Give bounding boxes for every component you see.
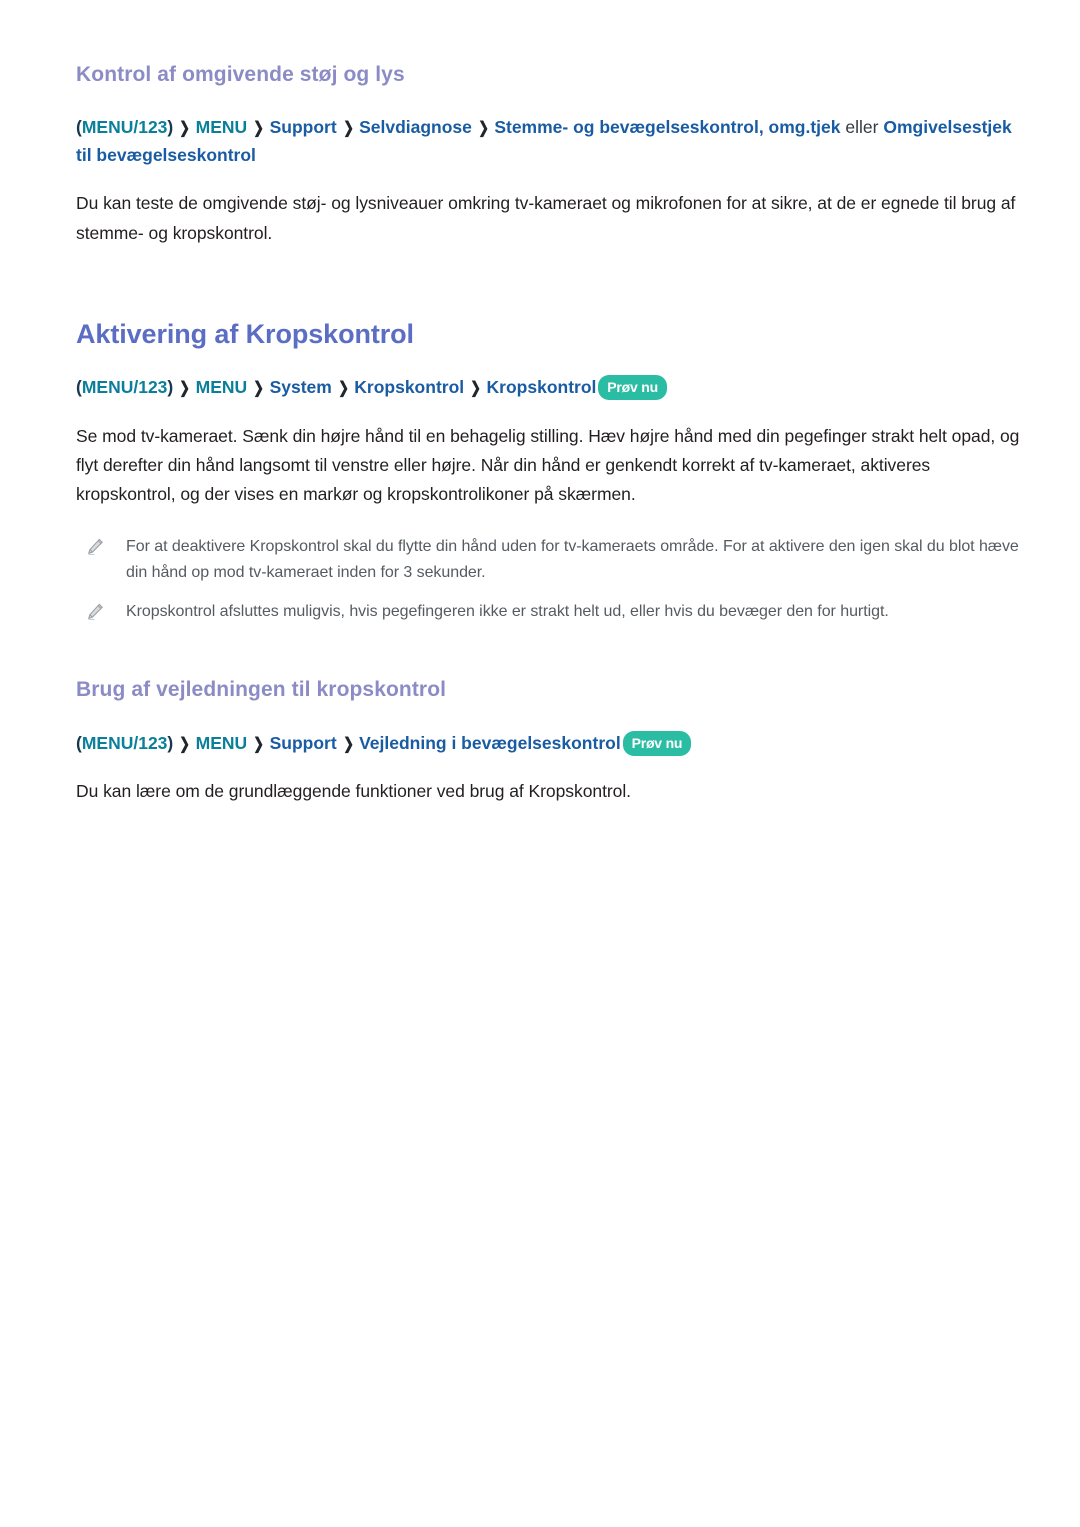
breadcrumb-item-menu[interactable]: MENU bbox=[196, 117, 248, 137]
breadcrumb-item-support[interactable]: Support bbox=[270, 117, 337, 137]
pencil-icon bbox=[86, 602, 105, 621]
breadcrumb-item-system[interactable]: System bbox=[270, 377, 332, 397]
paragraph-activate-body-control: Se mod tv-kameraet. Sænk din højre hånd … bbox=[76, 425, 1020, 505]
breadcrumb-item-voice-motion-check[interactable]: Stemme- og bevægelseskontrol, omg.tjek bbox=[494, 117, 840, 137]
note-list-activate-body-control: For at deaktivere Kropskontrol skal du f… bbox=[76, 534, 1020, 626]
paragraph-body-control-guide: Du kan lære om de grundlæggende funktion… bbox=[76, 781, 631, 802]
note-text: For at deaktivere Kropskontrol skal du f… bbox=[126, 537, 1019, 581]
breadcrumb-ambient-noise-light: (MENU/123) ❯ MENU ❯ Support ❯ Selvdiagnose ❯ Ste… bbox=[76, 114, 1020, 169]
section-heading-ambient-noise-light: Kontrol af omgivende støj og lys bbox=[76, 63, 405, 86]
breadcrumb-conjunction: eller bbox=[845, 117, 879, 138]
chevron-right-icon: ❯ bbox=[179, 735, 191, 753]
breadcrumb-close-paren: ) bbox=[167, 376, 174, 397]
chevron-right-icon: ❯ bbox=[342, 120, 354, 138]
breadcrumb-close-paren: ) bbox=[167, 117, 174, 138]
chevron-right-icon: ❯ bbox=[179, 379, 191, 397]
paragraph-ambient-noise-light: Du kan teste de omgivende støj- og lysni… bbox=[76, 193, 1016, 243]
chevron-right-icon: ❯ bbox=[253, 120, 265, 138]
breadcrumb-item-menu123[interactable]: MENU/123 bbox=[82, 117, 168, 137]
chevron-right-icon: ❯ bbox=[253, 379, 265, 397]
list-item: For at deaktivere Kropskontrol skal du f… bbox=[76, 534, 1020, 586]
page-title-activate-body-control: Aktivering af Kropskontrol bbox=[76, 318, 414, 349]
chevron-right-icon: ❯ bbox=[342, 735, 354, 753]
note-text: Kropskontrol afsluttes muligvis, hvis pe… bbox=[126, 603, 889, 621]
chevron-right-icon: ❯ bbox=[253, 735, 265, 753]
try-now-badge[interactable]: Prøv nu bbox=[622, 730, 692, 756]
section-heading-body-control-guide: Brug af vejledningen til kropskontrol bbox=[76, 678, 447, 702]
chevron-right-icon: ❯ bbox=[470, 379, 482, 397]
chevron-right-icon: ❯ bbox=[478, 120, 489, 138]
breadcrumb-item-menu[interactable]: MENU bbox=[196, 377, 248, 397]
breadcrumb-item-kropskontrol-sub[interactable]: Kropskontrol bbox=[487, 377, 597, 397]
chevron-right-icon: ❯ bbox=[179, 120, 191, 138]
breadcrumb-close-paren: ) bbox=[167, 732, 174, 753]
document-page: Kontrol af omgivende støj og lys (MENU/1… bbox=[0, 0, 1080, 1527]
chevron-right-icon: ❯ bbox=[338, 379, 349, 397]
breadcrumb-item-kropskontrol[interactable]: Kropskontrol bbox=[354, 377, 464, 397]
breadcrumb-item-menu123[interactable]: MENU/123 bbox=[82, 733, 168, 753]
breadcrumb-item-selvdiagnose[interactable]: Selvdiagnose bbox=[359, 117, 472, 137]
breadcrumb-body-control-guide: (MENU/123) ❯ MENU ❯ Support ❯ Vejledning i bev… bbox=[76, 730, 1020, 758]
try-now-badge[interactable]: Prøv nu bbox=[598, 374, 668, 400]
breadcrumb-activate-body-control: (MENU/123) ❯ MENU ❯ System ❯ Kropskontrol ❯ Krop… bbox=[76, 374, 1020, 402]
breadcrumb-item-motion-control-guide[interactable]: Vejledning i bevægelseskontrol bbox=[359, 733, 621, 753]
pencil-icon bbox=[86, 537, 105, 556]
breadcrumb-item-menu[interactable]: MENU bbox=[196, 733, 248, 753]
breadcrumb-item-menu123[interactable]: MENU/123 bbox=[82, 377, 168, 397]
breadcrumb-item-support[interactable]: Support bbox=[270, 733, 337, 753]
list-item: Kropskontrol afsluttes muligvis, hvis pe… bbox=[76, 599, 1020, 625]
